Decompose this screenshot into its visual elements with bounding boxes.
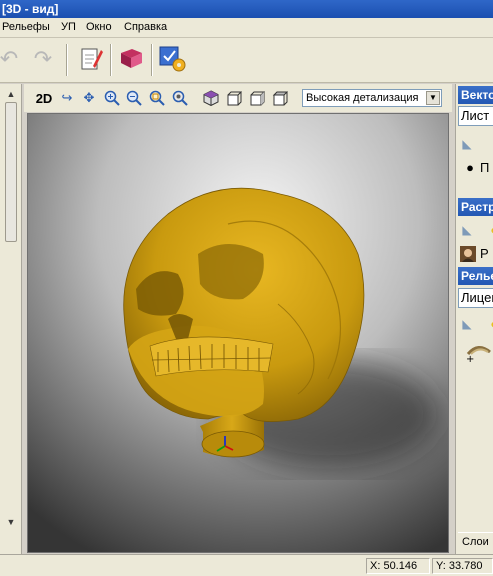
layer-visibility-icon[interactable]: ◣ [459,136,475,152]
menu-reliefs[interactable]: Рельефы [2,21,50,33]
toolbar-separator [151,44,153,76]
relief-side-select[interactable]: Лицевая [458,288,493,308]
view-toolbar: 2D ↪ ✥ Высокая детализация ▼ [24,84,452,112]
detail-level-select[interactable]: Высокая детализация ▼ [302,89,442,107]
help-book-icon[interactable] [116,44,146,74]
settings-icon[interactable] [158,44,188,74]
detail-level-value: Высокая детализация [306,92,419,104]
vector-sheet-select[interactable]: Лист 1 [458,106,493,126]
scroll-up-arrow-icon[interactable]: ▲ [4,88,18,100]
vector-layer-bullet-icon: ● [466,160,474,175]
rotate-icon[interactable]: ↪ [58,89,76,107]
zoom-window-icon[interactable] [148,89,166,107]
toolbar-separator [66,44,68,76]
notepad-icon[interactable] [76,44,106,74]
3d-viewport[interactable] [27,113,449,553]
add-relief-layer-icon[interactable]: + [466,340,491,365]
menu-help[interactable]: Справка [124,21,167,33]
reliefs-header[interactable]: Рельефы [458,267,493,285]
status-bar: X: 50.146 Y: 33.780 [0,554,493,576]
scroll-thumb[interactable] [5,102,17,242]
mode-2d-button[interactable]: 2D [32,89,56,107]
vector-layer-label[interactable]: П [480,160,489,175]
view-iso-icon[interactable] [202,89,220,107]
main-toolbar: ↶ ↷ [0,38,493,83]
layer-visibility-icon[interactable]: ◣ [459,222,475,238]
scroll-down-arrow-icon[interactable]: ▼ [4,516,18,528]
zoom-fit-icon[interactable] [171,89,189,107]
layer-visibility-icon[interactable]: ◣ [459,316,475,332]
toolbar-separator [110,44,112,76]
status-y-coordinate: Y: 33.780 [432,558,493,574]
undo-icon[interactable]: ↶ [0,44,24,74]
menu-bar: Рельефы УП Окно Справка [0,18,493,38]
pan-icon[interactable]: ✥ [80,89,98,107]
window-title: [3D - вид] [2,2,59,16]
tab-layers[interactable]: Слои [458,532,493,550]
chevron-down-icon[interactable]: ▼ [426,91,440,105]
light-bulb-icon[interactable]: ● [486,316,493,332]
raster-header[interactable]: Растр [458,198,493,216]
menu-toolpaths[interactable]: УП [61,21,76,33]
svg-text:+: + [466,354,474,362]
raster-layer-label[interactable]: Р [480,246,489,261]
raster-thumbnail-icon [460,246,476,262]
view-side-icon[interactable] [248,89,266,107]
menu-window[interactable]: Окно [86,21,112,33]
window-title-bar: [3D - вид] [0,0,493,18]
zoom-in-icon[interactable] [103,89,121,107]
left-panel-scrollbar[interactable]: ▲ ▼ [0,84,22,554]
redo-icon[interactable]: ↷ [28,44,58,74]
view-front-icon[interactable] [225,89,243,107]
zoom-out-icon[interactable] [125,89,143,107]
light-bulb-icon[interactable]: ● [486,222,493,238]
view-top-icon[interactable] [271,89,289,107]
status-x-coordinate: X: 50.146 [366,558,430,574]
vectors-header[interactable]: Векторы [458,86,493,104]
right-layers-panel: Векторы Лист 1 ◣ ● П Растр ◣ ● Р Рельефы… [455,84,493,554]
